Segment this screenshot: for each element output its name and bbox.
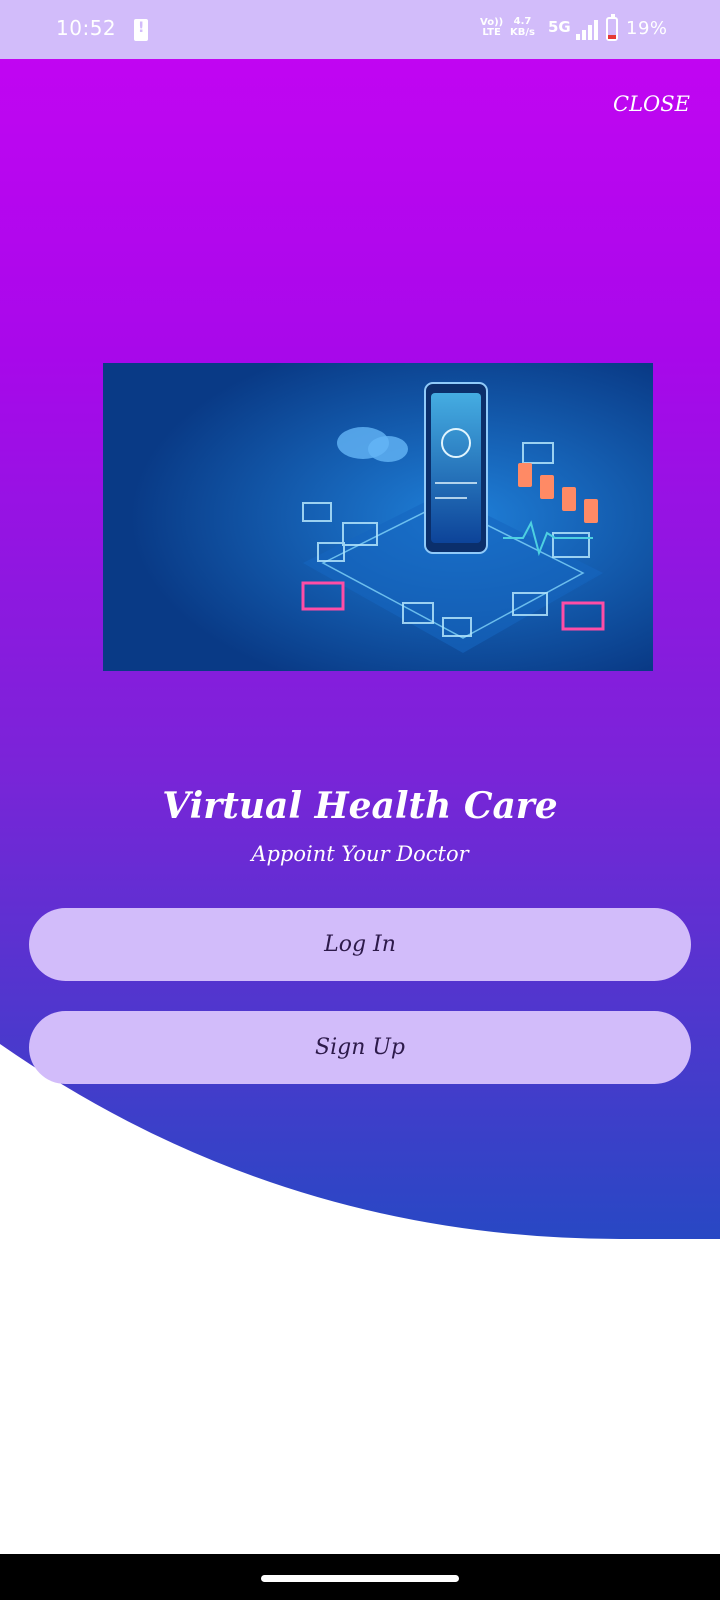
network-speed: 4.7 KB/s xyxy=(510,16,535,38)
healthcare-technology-illustration xyxy=(103,363,653,671)
signup-button[interactable]: Sign Up xyxy=(29,1011,691,1084)
close-button[interactable]: CLOSE xyxy=(613,92,690,116)
battery-level xyxy=(608,35,616,39)
speed-value: 4.7 xyxy=(513,16,532,27)
battery-percent: 19% xyxy=(626,18,668,39)
status-time: 10:52 xyxy=(56,16,117,40)
app-title: Virtual Health Care xyxy=(162,785,558,827)
app-subtitle: Appoint Your Doctor xyxy=(251,842,469,866)
home-gesture-handle[interactable] xyxy=(261,1575,459,1582)
battery-icon xyxy=(606,14,618,41)
speed-unit: KB/s xyxy=(510,27,535,38)
signal-icon xyxy=(576,20,598,40)
healthcare-banner-image xyxy=(103,363,653,671)
login-button[interactable]: Log In xyxy=(29,908,691,981)
status-bar: 10:52 Vo)) LTE 4.7 KB/s 5G 19% xyxy=(0,0,720,59)
navigation-bar xyxy=(0,1554,720,1600)
volte-indicator: Vo)) LTE xyxy=(480,18,503,38)
alert-icon xyxy=(134,19,148,41)
network-type: 5G xyxy=(548,18,571,36)
volte-bottom-label: LTE xyxy=(482,27,501,38)
